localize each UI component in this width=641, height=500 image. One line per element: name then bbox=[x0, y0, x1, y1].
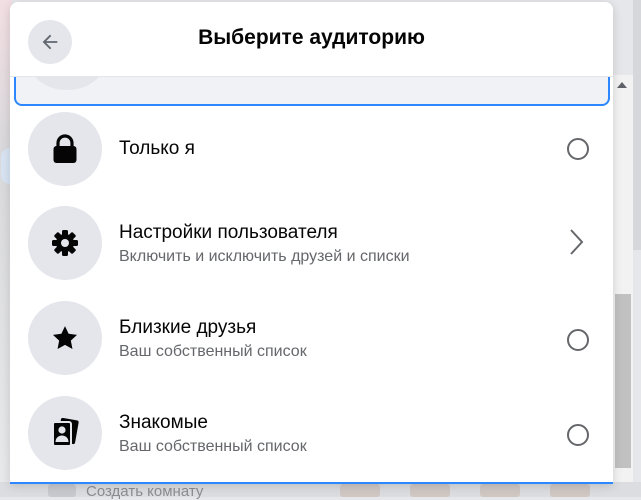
audience-dialog: Выберите аудиторию Только я Настройки по… bbox=[10, 2, 613, 484]
scrollbar-thumb[interactable] bbox=[615, 294, 631, 468]
option-icon-circle bbox=[28, 301, 102, 375]
option-title: Близкие друзья bbox=[119, 317, 257, 338]
background-page-edge-right bbox=[633, 0, 641, 250]
option-title: Знакомые bbox=[119, 412, 208, 433]
option-radio[interactable] bbox=[567, 329, 589, 351]
option-icon-circle bbox=[28, 396, 102, 470]
option-subtitle: Ваш собственный список bbox=[119, 343, 307, 360]
option-title: Только я bbox=[119, 138, 195, 159]
option-title: Настройки пользователя bbox=[119, 222, 338, 243]
background-thumbnail bbox=[340, 484, 380, 497]
background-thumbnail bbox=[48, 484, 76, 497]
background-thumbnail bbox=[410, 484, 450, 497]
option-acquaintances[interactable]: Знакомые Ваш собственный список bbox=[10, 386, 613, 480]
create-room-text: Создать комнату bbox=[86, 483, 204, 500]
option-radio[interactable] bbox=[567, 138, 589, 160]
star-icon bbox=[52, 326, 78, 349]
option-icon-circle bbox=[28, 112, 102, 186]
option-subtitle: Включить и исключить друзей и списки bbox=[119, 248, 410, 265]
focus-border bbox=[10, 482, 613, 484]
option-radio[interactable] bbox=[567, 424, 589, 446]
option-icon-circle bbox=[28, 206, 102, 280]
scroll-up-arrow-icon[interactable] bbox=[617, 82, 627, 88]
option-custom[interactable]: Настройки пользователя Включить и исключ… bbox=[10, 196, 613, 290]
lock-icon bbox=[53, 134, 77, 163]
dialog-header: Выберите аудиторию bbox=[10, 2, 613, 77]
option-close-friends[interactable]: Близкие друзья Ваш собственный список bbox=[10, 291, 613, 385]
gear-icon bbox=[52, 230, 78, 256]
chevron-right-icon[interactable] bbox=[568, 228, 584, 256]
option-only-me[interactable]: Только я bbox=[10, 102, 613, 196]
dialog-title: Выберите аудиторию bbox=[198, 26, 425, 49]
background-thumbnail bbox=[550, 484, 590, 497]
acquaintances-icon bbox=[52, 418, 79, 447]
option-subtitle: Ваш собственный список bbox=[119, 438, 307, 455]
background-thumbnail bbox=[480, 484, 520, 497]
